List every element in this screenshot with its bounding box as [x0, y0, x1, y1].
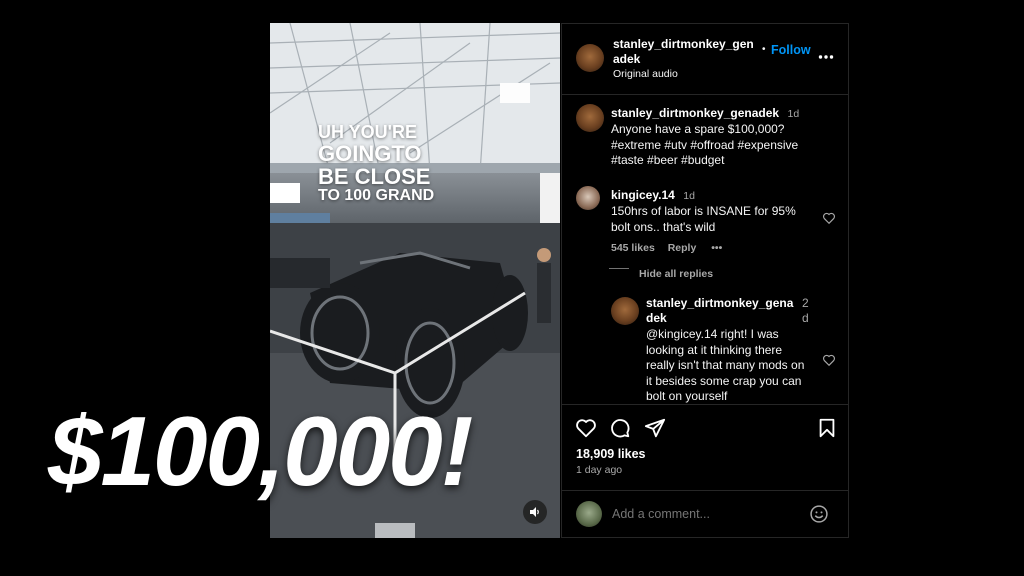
- hide-replies-button[interactable]: Hide all replies: [639, 268, 713, 280]
- reply-text-line: bolt on yourself: [646, 389, 728, 403]
- like-count[interactable]: 18,909 likes: [576, 447, 646, 461]
- reply-text-line: looking at it thinking there: [646, 342, 783, 357]
- divider: [609, 268, 629, 269]
- reply-time-line: 2: [802, 296, 809, 310]
- avatar[interactable]: [576, 44, 604, 72]
- emoji-icon[interactable]: [809, 504, 829, 524]
- username-line: stanley_dirtmonkey_gen: [613, 37, 754, 51]
- user-avatar: [576, 501, 602, 527]
- sound-toggle-button[interactable]: [523, 500, 547, 524]
- action-bar: 18,909 likes 1 day ago: [562, 404, 848, 491]
- thumbnail-caption: $100,000!: [48, 396, 473, 506]
- reply-time-line: d: [802, 311, 809, 325]
- speaker-icon: [530, 507, 539, 517]
- overlay-line: BE CLOSE: [318, 163, 431, 189]
- comment-icon[interactable]: [609, 417, 631, 439]
- bookmark-icon[interactable]: [816, 417, 838, 439]
- header-username[interactable]: stanley_dirtmonkey_gen adek: [613, 37, 763, 67]
- share-icon[interactable]: [644, 417, 666, 439]
- caption-text: Anyone have a spare $100,000?: [611, 122, 785, 136]
- overlay-line: GOINGTO: [318, 140, 422, 166]
- comment-bar: [562, 490, 848, 539]
- reply-avatar[interactable]: [611, 297, 639, 325]
- comment-more-icon[interactable]: •••: [711, 242, 722, 254]
- caption-time: 1d: [787, 108, 800, 120]
- caption: stanley_dirtmonkey_genadek 1d Anyone hav…: [611, 104, 836, 169]
- comment-time: 1d: [683, 190, 695, 202]
- follow-button[interactable]: Follow: [771, 43, 811, 57]
- caption-avatar[interactable]: [576, 104, 604, 132]
- video-text-overlay: UH YOU'RE GOINGTO BE CLOSE TO 100 GRAND: [318, 123, 434, 205]
- heart-icon[interactable]: [822, 353, 836, 367]
- like-icon[interactable]: [575, 417, 597, 439]
- reply-text-line: really isn't that many mods on: [646, 358, 805, 372]
- banner-fragment: [270, 183, 300, 203]
- caption-hashtags[interactable]: #taste #beer #budget: [611, 153, 836, 169]
- comment-likes[interactable]: 545 likes: [611, 242, 655, 254]
- comment-text: bolt ons.. that's wild: [611, 219, 716, 234]
- more-icon[interactable]: [818, 54, 834, 60]
- audio-label[interactable]: Original audio: [613, 68, 678, 80]
- username-line: adek: [613, 52, 641, 66]
- comment-username[interactable]: kingicey.14: [611, 188, 675, 202]
- add-comment-input[interactable]: [610, 502, 799, 526]
- overlay-line: UH YOU'RE: [318, 122, 417, 142]
- reply: stanley_dirtmonkey_gena dek @kingicey.14…: [646, 296, 806, 405]
- reply-username-line[interactable]: dek: [646, 311, 806, 326]
- reply-button[interactable]: Reply: [668, 242, 697, 254]
- reply-time: 2 d: [802, 296, 809, 326]
- post-age: 1 day ago: [576, 464, 623, 476]
- caption-hashtags[interactable]: #extreme #utv #offroad #expensive: [611, 138, 836, 154]
- separator-dot: •: [762, 44, 766, 55]
- reply-text-line: @kingicey.14 right! I was: [646, 327, 779, 341]
- comment: kingicey.14 1d 150hrs of labor is INSANE…: [611, 186, 816, 254]
- comment-text: 150hrs of labor is INSANE for 95%: [611, 204, 796, 218]
- comment-avatar[interactable]: [576, 186, 600, 210]
- heart-icon[interactable]: [822, 211, 836, 225]
- reply-text-line: it besides some crap you can: [646, 373, 802, 388]
- reply-username-line[interactable]: stanley_dirtmonkey_gena: [646, 296, 806, 311]
- post-header: stanley_dirtmonkey_gen adek • Follow Ori…: [562, 24, 848, 95]
- overlay-line: TO 100 GRAND: [318, 187, 435, 205]
- caption-username[interactable]: stanley_dirtmonkey_genadek: [611, 106, 779, 120]
- post-panel: stanley_dirtmonkey_gen adek • Follow Ori…: [561, 23, 849, 538]
